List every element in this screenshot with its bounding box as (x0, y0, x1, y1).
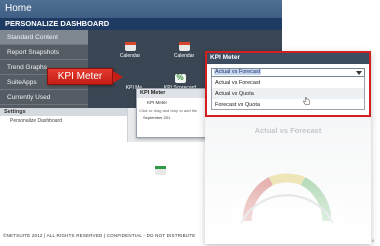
footer-text: ©NETSUITE 2012 | ALL RIGHTS RESERVED | C… (3, 233, 196, 238)
calendar-icon (178, 42, 190, 51)
calendar-tile-label: Calendar (173, 53, 195, 59)
sidebar-item-report-snapshots[interactable]: Report Snapshots (0, 45, 88, 60)
drag-drop-hint: Click or drag and drop to add the (139, 108, 198, 113)
callout-arrow-icon (113, 71, 123, 83)
kpi-meter-panel-body: Actual vs Forecast Actual vs Forecast Ac… (205, 64, 371, 117)
option-actual-vs-forecast[interactable]: Actual vs Forecast (211, 77, 365, 88)
gauge-yellow-zone (269, 173, 305, 186)
personalize-dashboard-title: PERSONALIZE DASHBOARD (5, 19, 110, 28)
kpi-meter-dialog-heading: KPI Meter (137, 89, 215, 98)
home-header: Home (0, 0, 282, 18)
kpi-meter-dialog-small: KPI Meter KPI Meter Click or drag and dr… (136, 88, 216, 138)
calendar-tile-2[interactable]: Calendar (164, 38, 204, 66)
comparison-select[interactable]: Actual vs Forecast (211, 68, 365, 77)
personalize-dashboard-bar: PERSONALIZE DASHBOARD (0, 18, 282, 30)
comparison-select-value: Actual vs Forecast (214, 69, 262, 75)
calendar-tile[interactable]: Calendar (110, 38, 150, 66)
page-number: 6 (372, 238, 375, 243)
option-forecast-vs-quota[interactable]: Forecast vs Quota (211, 99, 365, 110)
calendar-icon (124, 42, 136, 51)
gauge-title: Actual vs Forecast (254, 126, 322, 135)
period-row: September 201 (143, 115, 171, 120)
calendar-tile-label: Calendar (119, 53, 141, 59)
home-title: Home (5, 3, 32, 14)
kpi-gauge (231, 173, 343, 233)
kpi-meter-panel: KPI Meter Actual vs Forecast Actual vs F… (205, 51, 371, 244)
chevron-down-icon[interactable] (356, 71, 362, 75)
kpi-meter-panel-title: KPI Meter (210, 54, 240, 61)
kpi-meter-callout: KPI Meter (47, 68, 113, 85)
personalize-dashboard-link[interactable]: Personalize Dashboard (0, 116, 127, 124)
percent-icon (174, 73, 186, 83)
gauge-icon (154, 166, 166, 175)
sidebar-item-currently-used[interactable]: Currently Used (0, 90, 88, 105)
hand-cursor-icon (303, 97, 310, 105)
kpi-meter-panel-header: KPI Meter (205, 51, 371, 64)
option-actual-vs-quota[interactable]: Actual vs Quota (211, 88, 365, 99)
settings-heading: Settings (0, 108, 127, 116)
settings-portlet: Settings Personalize Dashboard (0, 108, 128, 142)
sidebar-item-standard-content[interactable]: Standard Content (0, 30, 88, 45)
kpi-meter-dialog-item[interactable]: KPI Meter (137, 98, 215, 105)
